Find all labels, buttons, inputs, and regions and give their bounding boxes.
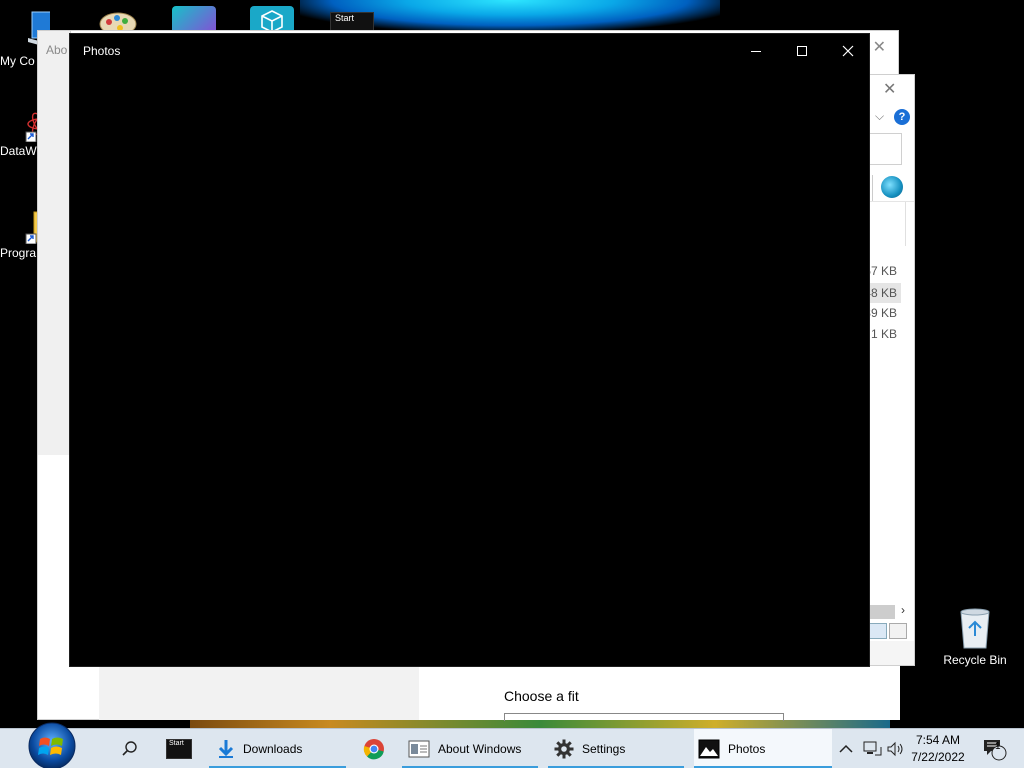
close-button[interactable]: [825, 36, 871, 66]
close-icon[interactable]: ✕: [873, 37, 886, 57]
clock-date: 7/22/2022: [911, 750, 965, 764]
search-input[interactable]: [869, 133, 902, 165]
choose-fit-label: Choose a fit: [504, 688, 579, 704]
photos-icon: [698, 739, 720, 759]
taskbar-item-about-windows[interactable]: About Windows: [402, 729, 538, 768]
taskbar-item-label: Settings: [582, 742, 626, 756]
settings-pane: Choose a fit: [99, 666, 900, 721]
clock-time: 7:54 AM: [915, 733, 961, 747]
taskbar-item-downloads[interactable]: Downloads: [209, 729, 346, 768]
maximize-button[interactable]: [779, 36, 825, 66]
help-icon[interactable]: ?: [894, 109, 910, 125]
scroll-right-icon[interactable]: ›: [901, 603, 905, 617]
file-size-cell: 1 KB: [870, 327, 897, 341]
gear-icon: [554, 739, 574, 759]
clock[interactable]: 7:54 AM 7/22/2022: [905, 732, 971, 766]
globe-icon[interactable]: [881, 176, 903, 198]
details-view-icon[interactable]: [869, 623, 887, 639]
start-thumbnail-label: Start: [335, 13, 355, 23]
recycle-bin-icon: [960, 608, 990, 649]
volume-icon[interactable]: [886, 741, 906, 757]
taskbar-item-chrome[interactable]: [356, 729, 392, 768]
about-window-title: Abo: [46, 43, 68, 57]
large-icons-view-icon[interactable]: [889, 623, 907, 639]
network-icon[interactable]: [862, 741, 882, 757]
chrome-icon: [363, 739, 384, 760]
start-button[interactable]: [18, 719, 86, 768]
file-size-cell: 57 KB: [869, 264, 897, 278]
file-explorer-window: ✕ ⌵ ? 57 KB 48 KB 39 KB 1 KB ›: [869, 74, 915, 666]
settings-left-pane: [99, 666, 419, 720]
system-tray: [838, 729, 906, 768]
taskbar-item-photos[interactable]: Photos: [694, 729, 832, 768]
about-sidebar: [38, 31, 71, 455]
chevron-up-icon[interactable]: [838, 741, 854, 757]
maximize-icon: [797, 46, 807, 56]
column-header-line: [869, 201, 914, 202]
minimize-icon: [751, 50, 761, 52]
desktop-icon-recycle-bin[interactable]: Recycle Bin: [940, 606, 1010, 667]
toolbar-divider: [872, 175, 873, 201]
column-divider: [905, 202, 906, 246]
taskbar-item-label: About Windows: [438, 742, 522, 756]
action-center-button[interactable]: 1: [982, 729, 1008, 768]
close-icon[interactable]: ✕: [883, 79, 896, 99]
download-arrow-icon: [218, 740, 234, 758]
taskbar-item-label: Downloads: [243, 742, 303, 756]
status-bar: [869, 641, 914, 665]
notification-count: 1: [995, 741, 1001, 752]
taskbar-item-settings[interactable]: Settings: [548, 729, 684, 768]
close-icon: [842, 45, 854, 57]
minimize-button[interactable]: [733, 36, 779, 66]
taskbar-item-label: Photos: [728, 742, 766, 756]
file-size-cell: 48 KB: [869, 283, 901, 303]
taskbar: Start Downloads About Windows Settings P…: [0, 722, 1024, 768]
recycle-bin-label: Recycle Bin: [943, 653, 1007, 667]
window-title: Photos: [83, 44, 121, 58]
chevron-down-icon[interactable]: ⌵: [875, 109, 884, 124]
start-thumb-label: Start: [169, 740, 184, 747]
taskbar-search[interactable]: [112, 729, 148, 768]
fit-dropdown[interactable]: [504, 713, 784, 721]
search-icon: [122, 741, 137, 756]
taskbar-start-thumbnail[interactable]: Start: [166, 729, 194, 768]
file-size-cell: 39 KB: [869, 306, 897, 320]
window-info-icon: [408, 740, 430, 758]
horizontal-scrollbar[interactable]: [869, 605, 895, 619]
photos-window[interactable]: Photos: [69, 33, 870, 667]
